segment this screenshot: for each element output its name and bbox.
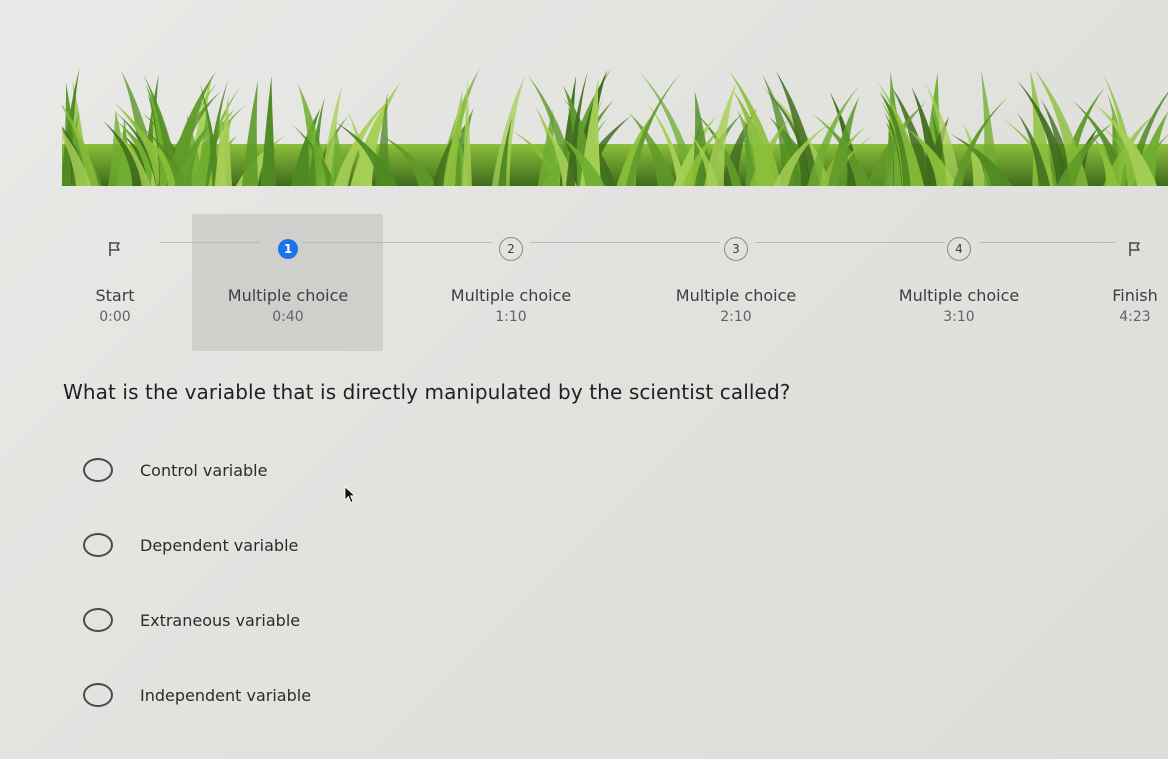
step-time: 3:10: [943, 309, 975, 325]
option-label: Dependent variable: [140, 535, 299, 555]
step-number-badge: 1: [278, 239, 298, 259]
radio-button[interactable]: [83, 458, 113, 482]
option-label: Control variable: [140, 460, 268, 480]
grass-illustration: [62, 67, 1168, 186]
mouse-pointer-icon: [344, 486, 357, 508]
step-label: Start: [95, 286, 135, 305]
question-text: What is the variable that is directly ma…: [63, 380, 791, 404]
radio-button[interactable]: [83, 608, 113, 632]
grass-banner-image: [62, 60, 1168, 186]
answer-option[interactable]: Control variable: [83, 458, 267, 482]
option-label: Independent variable: [140, 685, 312, 705]
step-time: 1:10: [495, 309, 527, 325]
grass-blade: [241, 80, 259, 186]
step-label: Multiple choice: [450, 286, 572, 305]
step-number-badge: 3: [724, 237, 748, 261]
step-time: 2:10: [720, 309, 752, 325]
answer-option[interactable]: Independent variable: [83, 683, 311, 707]
answer-option[interactable]: Dependent variable: [83, 533, 298, 557]
timeline-step-start[interactable]: Start 0:00: [20, 237, 210, 325]
answer-option[interactable]: Extraneous variable: [83, 608, 300, 632]
step-time: 0:00: [99, 309, 131, 325]
timeline-step-finish[interactable]: Finish 4:23: [1040, 237, 1168, 325]
video-quiz-timeline: Start 0:00 1 Multiple choice 0:40 2 Mult…: [0, 205, 1168, 355]
step-label: Multiple choice: [227, 286, 349, 305]
step-number-badge: 4: [947, 237, 971, 261]
radio-button[interactable]: [83, 533, 113, 557]
step-time: 4:23: [1119, 309, 1151, 325]
step-label: Finish: [1112, 286, 1158, 305]
grass-blade: [260, 76, 276, 186]
step-number-badge: 2: [499, 237, 523, 261]
timeline-step-2[interactable]: 2 Multiple choice 1:10: [416, 237, 606, 325]
step-label: Multiple choice: [898, 286, 1020, 305]
option-label: Extraneous variable: [140, 610, 301, 630]
timeline-step-1[interactable]: 1 Multiple choice 0:40: [193, 237, 383, 325]
flag-icon: [103, 237, 127, 261]
timeline-step-4[interactable]: 4 Multiple choice 3:10: [864, 237, 1054, 325]
step-label: Multiple choice: [675, 286, 797, 305]
timeline-step-3[interactable]: 3 Multiple choice 2:10: [641, 237, 831, 325]
flag-icon: [1123, 237, 1147, 261]
radio-button[interactable]: [83, 683, 113, 707]
step-time: 0:40: [272, 309, 304, 325]
